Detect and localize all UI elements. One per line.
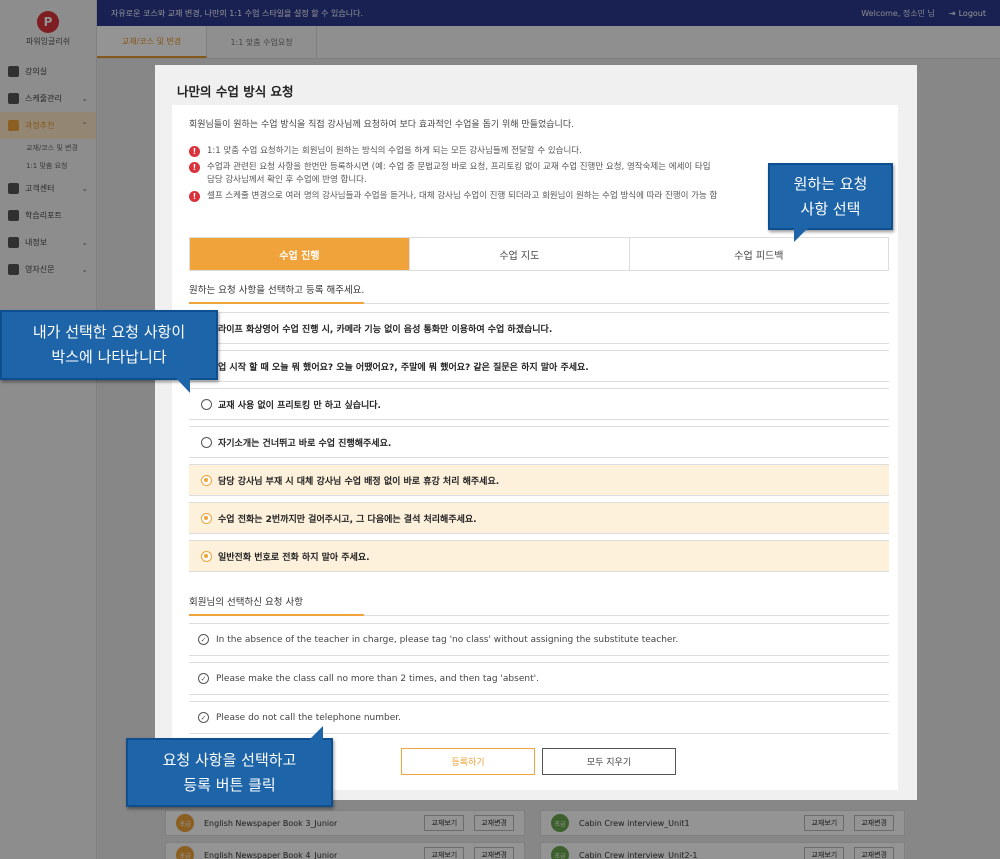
option-item-selected[interactable]: 수업 전화는 2번까지만 걸어주시고, 그 다음에는 결석 처리해주세요. [189, 502, 889, 534]
selected-request-text: Please make the class call no more than … [216, 673, 539, 684]
modal-title: 나만의 수업 방식 요청 [177, 84, 294, 99]
intro-text: 회원님들이 원하는 수업 방식을 직접 강사님께 요청하여 보다 효과적인 수업… [189, 120, 574, 130]
tab-class-progress[interactable]: 수업 진행 [190, 238, 410, 270]
note-text: 셀프 스케줄 변경으로 여러 명의 강사님들과 수업을 듣거나, 대체 강사님 … [207, 191, 718, 201]
tab-class-feedback[interactable]: 수업 피드백 [629, 238, 889, 270]
check-circle-icon: ✓ [198, 634, 209, 645]
option-item-selected[interactable]: 일반전화 번호로 전화 하지 말아 주세요. [189, 540, 889, 572]
selected-heading: 회원님의 선택하신 요청 사항 [189, 594, 889, 616]
option-label: 수업 전화는 2번까지만 걸어주시고, 그 다음에는 결석 처리해주세요. [218, 514, 477, 525]
selected-request-item: ✓ In the absence of the teacher in charge… [189, 623, 889, 656]
option-item[interactable]: 라이프 화상영어 수업 진행 시, 카메라 기능 없이 음성 통화만 이용하여 … [189, 312, 889, 344]
callout-tail [794, 228, 808, 242]
check-circle-icon: ✓ [198, 673, 209, 684]
option-label: 일반전화 번호로 전화 하지 말아 주세요. [218, 552, 370, 563]
selected-request-text: In the absence of the teacher in charge,… [216, 634, 679, 645]
callout-line: 요청 사항을 선택하고 [162, 750, 297, 769]
alert-icon: ! [189, 146, 200, 157]
option-item[interactable]: 자기소개는 건너뛰고 바로 수업 진행해주세요. [189, 426, 889, 458]
option-item[interactable]: 교재 사용 없이 프리토킹 만 하고 싶습니다. [189, 388, 889, 420]
note-text: 수업과 관련된 요청 사항을 한번만 등록하시면 (예: 수업 중 문법교정 바… [207, 162, 711, 172]
callout-line: 사항 선택 [800, 199, 861, 218]
note-text: 1:1 맞춤 수업 요청하기는 회원님이 원하는 방식의 수업을 하게 되는 모… [207, 146, 582, 156]
radio-button-checked[interactable] [201, 550, 212, 562]
radio-button[interactable] [201, 398, 212, 410]
selected-request-text: Please do not call the telephone number. [216, 712, 401, 723]
options-heading: 원하는 요청 사항을 선택하고 등록 해주세요. [189, 282, 889, 304]
check-circle-icon: ✓ [198, 712, 209, 723]
selected-request-item: ✓ Please do not call the telephone number… [189, 701, 889, 734]
note-item: ! 1:1 맞춤 수업 요청하기는 회원님이 원하는 방식의 수업을 하게 되는 … [189, 145, 889, 158]
note-text: 담당 강사님께서 확인 후 수업에 반영 합니다. [207, 175, 367, 185]
callout-line: 박스에 나타납니다 [51, 348, 167, 366]
option-item-selected[interactable]: 담당 강사님 부재 시 대체 강사님 수업 배정 없이 바로 휴강 처리 해주세… [189, 464, 889, 496]
alert-icon: ! [189, 162, 200, 173]
options-list: 라이프 화상영어 수업 진행 시, 카메라 기능 없이 음성 통화만 이용하여 … [189, 312, 889, 578]
option-label: 자기소개는 건너뛰고 바로 수업 진행해주세요. [218, 438, 392, 449]
option-item[interactable]: 업 시작 할 때 오늘 뭐 했어요? 오늘 어땠어요?, 주말에 뭐 했어요? … [189, 350, 889, 382]
clear-all-button[interactable]: 모두 지우기 [542, 748, 676, 775]
callout-box-hint: 내가 선택한 요청 사항이 박스에 나타납니다 [0, 310, 218, 393]
option-label: 업 시작 할 때 오늘 뭐 했어요? 오늘 어땠어요?, 주말에 뭐 했어요? … [218, 362, 589, 373]
option-label: 담당 강사님 부재 시 대체 강사님 수업 배정 없이 바로 휴강 처리 해주세… [218, 476, 500, 487]
callout-tail [176, 378, 190, 393]
request-tabs: 수업 진행 수업 지도 수업 피드백 [189, 237, 889, 271]
callout-line: 내가 선택한 요청 사항이 [32, 323, 186, 341]
selected-requests-list: ✓ In the absence of the teacher in charge… [189, 623, 889, 740]
callout-tail [309, 726, 323, 740]
option-label: 라이프 화상영어 수업 진행 시, 카메라 기능 없이 음성 통화만 이용하여 … [218, 324, 553, 335]
radio-button[interactable] [201, 436, 212, 448]
selected-request-item: ✓ Please make the class call no more than… [189, 662, 889, 695]
callout-register-hint: 요청 사항을 선택하고 등록 버튼 클릭 [126, 726, 333, 807]
option-label: 교재 사용 없이 프리토킹 만 하고 싶습니다. [218, 400, 381, 411]
callout-tabs-hint: 원하는 요청 사항 선택 [768, 163, 893, 242]
register-button[interactable]: 등록하기 [401, 748, 535, 775]
radio-button-checked[interactable] [201, 512, 212, 524]
alert-icon: ! [189, 191, 200, 202]
callout-line: 등록 버튼 클릭 [183, 775, 276, 794]
radio-button-checked[interactable] [201, 474, 212, 486]
callout-line: 원하는 요청 [793, 174, 868, 193]
tab-class-guidance[interactable]: 수업 지도 [409, 238, 630, 270]
